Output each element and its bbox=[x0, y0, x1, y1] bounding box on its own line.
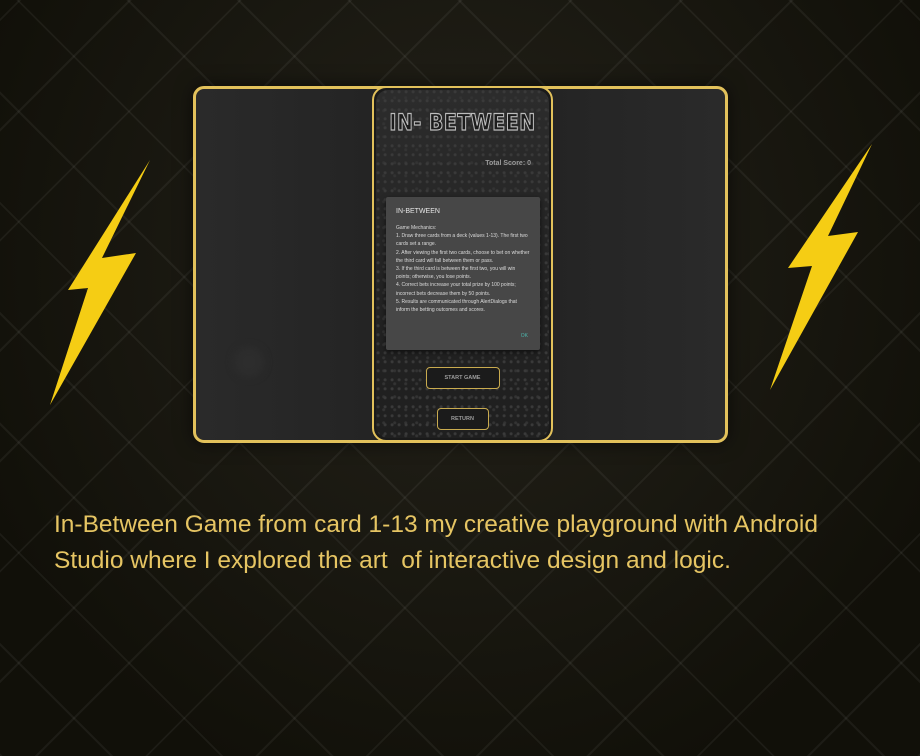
start-game-button[interactable]: START GAME bbox=[425, 367, 500, 389]
return-button[interactable]: RETURN bbox=[436, 408, 489, 430]
lightning-bolt-left-icon bbox=[50, 160, 150, 405]
dialog-line: 4. Correct bets increase your total priz… bbox=[396, 282, 516, 297]
app-screen: IN- BETWEEN Total Score: 0 IN-BETWEEN Ga… bbox=[376, 90, 549, 438]
phone-mockup: IN- BETWEEN Total Score: 0 IN-BETWEEN Ga… bbox=[372, 86, 553, 442]
total-score: Total Score: 0 bbox=[485, 160, 531, 167]
dialog-body: Game Mechanics: 1. Draw three cards from… bbox=[396, 224, 531, 314]
dialog-line: 1. Draw three cards from a deck (values … bbox=[396, 233, 528, 248]
dialog-line: 2. After viewing the first two cards, ch… bbox=[396, 249, 530, 264]
lightning-bolt-right-icon bbox=[770, 144, 872, 390]
project-caption: In-Between Game from card 1-13 my creati… bbox=[54, 511, 825, 574]
dialog-line: 3. If the third card is between the firs… bbox=[396, 266, 516, 281]
dialog-line: 5. Results are communicated through Aler… bbox=[396, 298, 517, 314]
dialog-title: IN-BETWEEN bbox=[396, 208, 440, 215]
dialog-ok-button[interactable]: OK bbox=[521, 333, 528, 339]
game-title: IN- BETWEEN bbox=[389, 110, 536, 136]
dialog-line: Game Mechanics: bbox=[396, 225, 437, 231]
rules-dialog: IN-BETWEEN Game Mechanics: 1. Draw three… bbox=[386, 197, 540, 350]
ghost-dot bbox=[234, 347, 264, 377]
